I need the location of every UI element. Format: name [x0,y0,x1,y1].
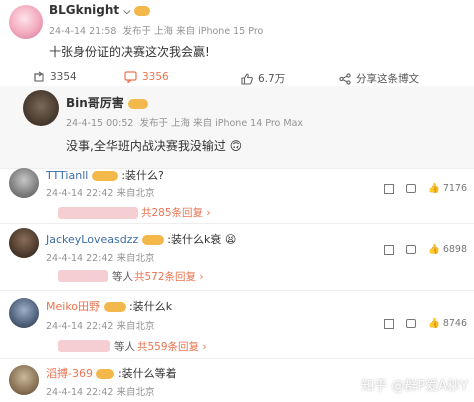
view-replies-link[interactable]: 共285条回复 › [141,205,211,220]
view-replies-link[interactable]: 共559条回复 › [137,339,207,354]
replies-count: 共285条回复 [141,207,204,219]
repost-count: 3354 [50,71,77,83]
comment-time: 24-4-14 22:42 来自北京 [46,387,155,398]
vip-crown-icon [91,171,118,181]
vip-crown-icon [128,98,148,109]
like-button[interactable]: 👍 7176 [428,183,467,194]
like-count: 8746 [442,318,468,329]
vip-crown-icon [103,302,126,312]
comment-text: :装什么? [121,169,164,182]
like-count: 6898 [442,244,468,255]
comment-time: 24-4-14 22:42 来自北京 [46,321,155,332]
reply-icon[interactable] [384,318,394,329]
like-icon: 👍 [428,244,440,255]
comment-author[interactable]: TTTianll [46,169,88,182]
and-others-label: 等人 [112,271,133,283]
comment-avatar[interactable] [9,365,39,395]
watermark: 知乎 @群P爱A秒Y [361,379,468,394]
comment-header: TTTianll :装什么? [46,167,164,183]
share-label: 分享这条博文 [356,73,419,85]
comment-text: :装什么k [129,300,173,313]
comment-avatar[interactable] [9,298,39,328]
vip-crown-icon [134,5,151,16]
like-count: 7176 [442,183,468,194]
like-button[interactable]: 👍 8746 [428,318,467,329]
comment-actions: 👍 8746 [384,318,467,329]
comment-time: 24-4-14 22:42 来自北京 [46,188,155,199]
view-replies-link[interactable]: 共572条回复 › [134,269,204,284]
reply-icon[interactable] [384,183,394,194]
reply-time: 24-4-15 00:52 [66,118,134,129]
comment-icon[interactable] [406,184,416,193]
divider [0,290,474,291]
like-button[interactable]: 6.7万 [241,71,285,86]
like-icon: 👍 [428,318,440,329]
share-icon [339,72,351,85]
post-source: 发布于 上海 来自 iPhone 15 Pro [122,26,264,37]
like-button[interactable]: 👍 6898 [428,244,467,255]
comment-text: :装什么k衰 [167,233,222,246]
and-others-label: 等人 [114,341,135,353]
repost-button[interactable]: 3354 [33,71,77,83]
chevron-right-icon: › [206,207,211,219]
like-icon: 👍 [428,183,440,194]
comment-author[interactable]: Meiko田野 [46,300,100,313]
replies-count: 共572条回复 [134,271,197,283]
post-meta: 24-4-14 21:58 发布于 上海 来自 iPhone 15 Pro [49,23,263,37]
vip-crown-icon [96,369,115,379]
reply-source: 发布于 上海 来自 iPhone 14 Pro Max [139,118,304,129]
comment-avatar[interactable] [9,228,39,258]
upside-down-face-emoji: 🙃 [229,139,243,153]
reply-text: 没事,全华班内战决赛我没输过 🙃 [66,137,242,154]
redacted-username [58,340,110,352]
author-name[interactable]: BLGknight ⌵ [49,3,151,17]
comment-avatar[interactable] [9,168,39,198]
verified-dropdown-icon[interactable]: ⌵ [123,7,130,17]
author-avatar[interactable] [9,5,43,39]
comment-text: :装什么等着 [117,367,177,380]
post-text: 十张身份证的决赛这次我会赢! [49,45,210,59]
post-time: 24-4-14 21:58 [49,26,117,37]
share-button[interactable]: 分享这条博文 [339,71,419,86]
comment-button[interactable]: 3356 [124,71,169,83]
chevron-right-icon: › [199,271,204,283]
comment-time: 24-4-14 22:42 来自北京 [46,253,155,264]
like-count: 6.7万 [258,73,286,85]
divider [0,223,474,224]
comment-header: JackeyLoveasdzz :装什么k衰 😫 [46,231,236,247]
comment-author[interactable]: JackeyLoveasdzz [46,233,138,246]
comment-icon[interactable] [406,245,416,254]
comment-icon [124,71,137,83]
comment-count: 3356 [142,71,169,83]
divider [0,358,474,359]
comment-icon[interactable] [406,319,416,328]
replies-count: 共559条回复 [137,341,200,353]
comment-header: 滔搏-369 :装什么等着 [46,365,177,381]
redacted-username [58,270,108,282]
comment-author[interactable]: 滔搏-369 [46,367,93,380]
comment-actions: 👍 7176 [384,183,467,194]
comment-actions: 👍 6898 [384,244,467,255]
reply-author-avatar[interactable] [23,90,59,126]
comment-header: Meiko田野 :装什么k [46,298,172,314]
vip-crown-icon [141,235,164,245]
like-icon [241,72,253,85]
tired-face-emoji: 😫 [224,233,237,246]
reply-text-body: 没事,全华班内战决赛我没输过 [66,139,226,153]
chevron-right-icon: › [202,341,207,353]
repost-icon [34,71,44,82]
reply-meta: 24-4-15 00:52 发布于 上海 来自 iPhone 14 Pro Ma… [66,115,303,129]
redacted-username [58,207,138,219]
reply-author-name[interactable]: Bin哥厉害 [66,94,148,111]
reply-icon[interactable] [384,244,394,255]
